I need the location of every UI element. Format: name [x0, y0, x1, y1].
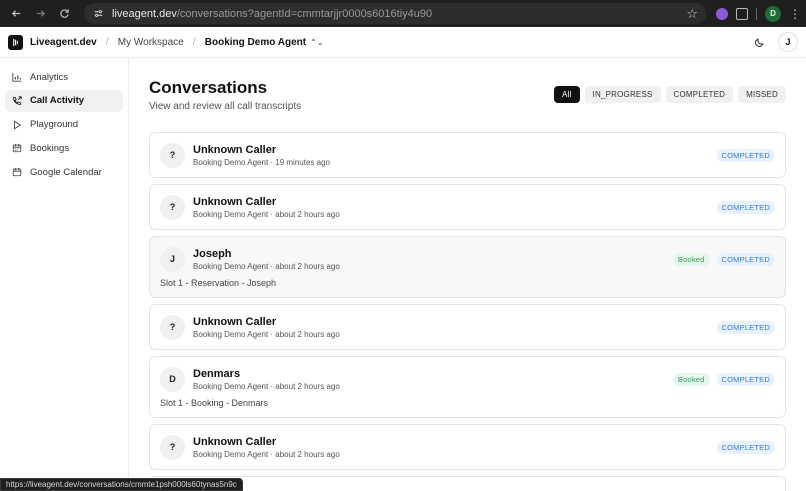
booking-note: Slot 1 - Reservation - Joseph — [160, 278, 277, 288]
liveagent-logo-icon[interactable] — [8, 34, 23, 50]
status-badge: COMPLETED — [716, 200, 775, 214]
booked-badge: Booked — [672, 252, 710, 266]
bookmark-star-icon[interactable]: ☆ — [686, 6, 698, 22]
caller-name: Denmars — [193, 367, 241, 380]
conversation-card[interactable] — [149, 476, 786, 491]
conversation-card[interactable]: ? Unknown Caller Booking Demo Agent · ab… — [149, 304, 786, 350]
caller-avatar: ? — [160, 142, 185, 168]
browser-toolbar: liveagent.dev/conversations?agentId=cmmt… — [0, 0, 806, 27]
sidebar: Analytics Call Activity Playground Booki… — [0, 58, 129, 491]
filter-missed[interactable]: MISSED — [738, 86, 786, 103]
status-badge: COMPLETED — [716, 440, 775, 454]
toolbar-divider — [756, 7, 757, 20]
extension-icon[interactable] — [716, 7, 728, 20]
phone-icon — [11, 95, 23, 107]
brand-name[interactable]: Liveagent.dev — [30, 37, 97, 48]
page-subtitle: View and review all call transcripts — [149, 101, 302, 112]
filter-completed[interactable]: COMPLETED — [665, 86, 734, 103]
caller-name: Unknown Caller — [193, 315, 277, 328]
filter-in-progress[interactable]: IN_PROGRESS — [584, 86, 661, 103]
page-title: Conversations — [149, 78, 268, 97]
link-status-bar: https://liveagent.dev/conversations/cmmt… — [0, 478, 243, 491]
booking-note: Slot 1 - Booking - Denmars — [160, 398, 269, 408]
booked-badge: Booked — [672, 372, 710, 386]
conversation-card[interactable]: D Denmars Booking Demo Agent · about 2 h… — [149, 356, 786, 418]
sidebar-item-label: Google Calendar — [30, 166, 102, 178]
caller-name: Unknown Caller — [193, 195, 277, 208]
status-badge: COMPLETED — [716, 252, 775, 266]
breadcrumb-workspace[interactable]: My Workspace — [118, 37, 184, 48]
sidebar-item-label: Call Activity — [30, 95, 85, 107]
site-settings-icon[interactable] — [92, 8, 104, 20]
user-avatar[interactable]: J — [778, 32, 798, 52]
browser-menu-icon[interactable]: ⋮ — [789, 7, 801, 21]
calendar-icon — [11, 166, 23, 178]
agent-selector-label: Booking Demo Agent — [204, 36, 307, 48]
app-header: Liveagent.dev / My Workspace / Booking D… — [0, 27, 806, 58]
caller-avatar: D — [160, 366, 185, 392]
bar-chart-icon — [11, 71, 23, 83]
conversation-card[interactable]: ? Unknown Caller Booking Demo Agent · ab… — [149, 184, 786, 230]
caller-meta: Booking Demo Agent · about 2 hours ago — [193, 381, 340, 391]
status-filter-group: All IN_PROGRESS COMPLETED MISSED — [554, 86, 786, 103]
filter-all[interactable]: All — [554, 86, 580, 103]
reload-icon[interactable] — [54, 4, 74, 24]
conversation-card[interactable]: ? Unknown Caller Booking Demo Agent · ab… — [149, 424, 786, 470]
agent-selector[interactable]: Booking Demo Agent ⌃⌄ — [205, 37, 324, 48]
sidebar-item-analytics[interactable]: Analytics — [5, 66, 123, 88]
caller-avatar: ? — [160, 434, 185, 460]
address-bar[interactable]: liveagent.dev/conversations?agentId=cmmt… — [84, 3, 706, 24]
url-host: liveagent.dev — [112, 7, 177, 20]
caller-avatar: J — [160, 246, 185, 272]
caller-meta: Booking Demo Agent · about 2 hours ago — [193, 449, 340, 459]
moon-icon[interactable] — [752, 35, 766, 49]
conversation-card[interactable]: J Joseph Booking Demo Agent · about 2 ho… — [149, 236, 786, 298]
back-arrow-icon[interactable] — [6, 4, 26, 24]
play-icon — [11, 119, 23, 131]
sidebar-item-label: Bookings — [30, 142, 70, 154]
extensions-puzzle-icon[interactable] — [736, 7, 748, 20]
breadcrumb-separator: / — [105, 36, 109, 48]
caller-meta: Booking Demo Agent · 19 minutes ago — [193, 157, 330, 167]
sidebar-item-label: Playground — [30, 119, 79, 131]
sidebar-item-label: Analytics — [30, 71, 69, 83]
caller-avatar: ? — [160, 194, 185, 220]
forward-arrow-icon[interactable] — [30, 4, 50, 24]
sidebar-item-call-activity[interactable]: Call Activity — [5, 89, 123, 112]
caller-name: Joseph — [193, 247, 232, 260]
calendar-icon — [11, 142, 23, 154]
sidebar-item-playground[interactable]: Playground — [5, 114, 123, 136]
url-path: /conversations?agentId=cmmtarjjr0000s601… — [176, 7, 433, 20]
caller-avatar: ? — [160, 314, 185, 340]
caller-meta: Booking Demo Agent · about 2 hours ago — [193, 329, 340, 339]
caller-meta: Booking Demo Agent · about 2 hours ago — [193, 209, 340, 219]
caller-name: Unknown Caller — [193, 143, 277, 156]
status-badge: COMPLETED — [716, 372, 775, 386]
conversation-card[interactable]: ? Unknown Caller Booking Demo Agent · 19… — [149, 132, 786, 178]
sidebar-item-bookings[interactable]: Bookings — [5, 137, 123, 159]
breadcrumb-separator: / — [192, 36, 196, 48]
chevron-up-down-icon: ⌃⌄ — [310, 37, 324, 47]
sidebar-item-google-calendar[interactable]: Google Calendar — [5, 161, 123, 183]
conversation-list: ? Unknown Caller Booking Demo Agent · 19… — [149, 132, 786, 491]
status-badge: COMPLETED — [716, 148, 775, 162]
status-badge: COMPLETED — [716, 320, 775, 334]
caller-meta: Booking Demo Agent · about 2 hours ago — [193, 261, 340, 271]
caller-name: Unknown Caller — [193, 435, 277, 448]
profile-avatar[interactable]: D — [765, 5, 781, 22]
main-content: Conversations View and review all call t… — [129, 58, 806, 491]
